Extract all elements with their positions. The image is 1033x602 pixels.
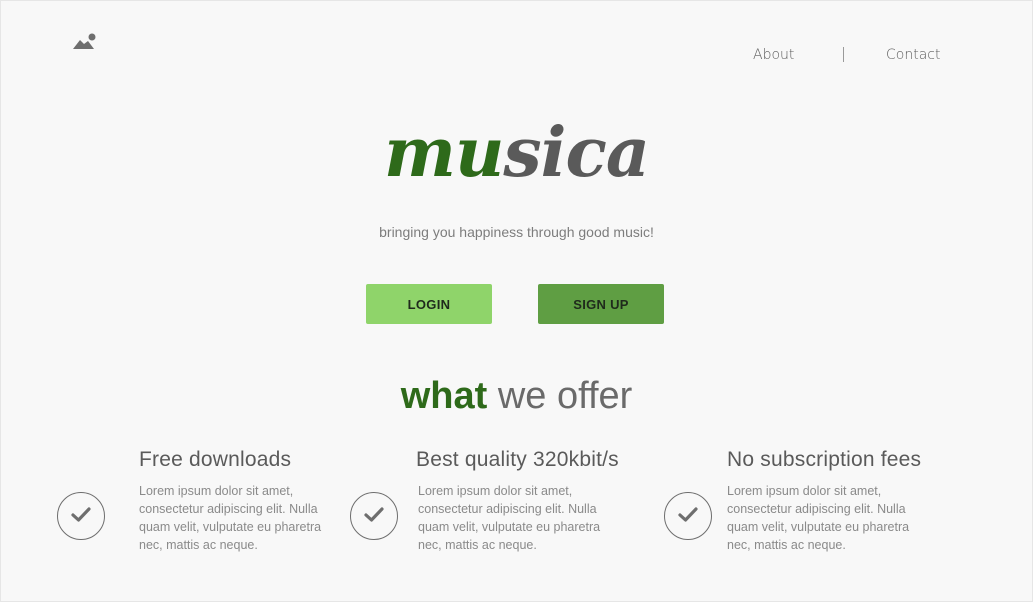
offer-heading-rest: we offer	[497, 375, 633, 417]
brand-wordmark-rest: sica	[503, 113, 650, 193]
checkmark-icon	[664, 492, 712, 540]
feature-title-best-quality: Best quality 320kbit/s	[416, 448, 619, 471]
feature-title-free-downloads: Free downloads	[139, 448, 292, 471]
feature-description: Lorem ipsum dolor sit amet, consectetur …	[727, 484, 910, 552]
offer-heading: what we offer	[1, 371, 1032, 421]
brand-wordmark-accent: mu	[384, 113, 504, 193]
tagline: bringing you happiness through good musi…	[379, 224, 654, 240]
nav-divider	[843, 47, 844, 62]
checkmark-icon	[57, 492, 105, 540]
login-button[interactable]: LOGIN	[366, 284, 492, 324]
signup-button[interactable]: SIGN UP	[538, 284, 664, 324]
nav-link-contact[interactable]: Contact	[886, 45, 940, 65]
top-nav: About Contact	[1, 45, 1032, 67]
feature-description: Lorem ipsum dolor sit amet, consectetur …	[418, 484, 601, 552]
brand-wordmark: musica	[1, 111, 1032, 195]
feature-description: Lorem ipsum dolor sit amet, consectetur …	[139, 484, 322, 552]
feature-title-no-subscription-fees: No subscription fees	[727, 448, 922, 471]
offer-heading-accent: what	[400, 375, 488, 417]
page: About Contact musica bringing you happin…	[0, 0, 1033, 602]
checkmark-icon	[350, 492, 398, 540]
nav-link-about[interactable]: About	[753, 45, 794, 65]
